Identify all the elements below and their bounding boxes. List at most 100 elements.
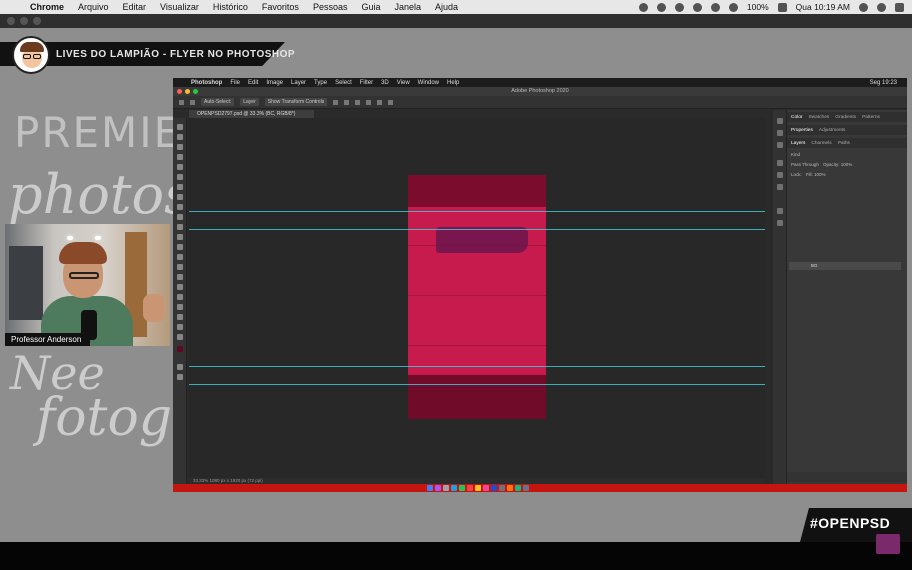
gradient-tool-icon[interactable] <box>177 244 183 250</box>
launchpad-icon[interactable] <box>443 485 449 491</box>
document-tab[interactable]: OPENPSD2797.psd @ 33.3% (BC, RGB/8*) <box>189 110 314 118</box>
ps-menu-type[interactable]: Type <box>314 80 327 86</box>
document-canvas-area[interactable] <box>189 118 765 478</box>
ps-menu-view[interactable]: View <box>397 80 410 86</box>
menu-chrome[interactable]: Chrome <box>30 2 64 12</box>
siri-icon[interactable] <box>435 485 441 491</box>
ps-menu-select[interactable]: Select <box>335 80 352 86</box>
quick-select-tool-icon[interactable] <box>177 154 183 160</box>
screen-mode-icon[interactable] <box>177 374 183 380</box>
menu-visualizar[interactable]: Visualizar <box>160 2 199 12</box>
brush-tool-icon[interactable] <box>177 204 183 210</box>
lasso-tool-icon[interactable] <box>177 144 183 150</box>
paragraph-panel-icon[interactable] <box>777 220 783 226</box>
horizontal-guide[interactable] <box>189 384 765 385</box>
gear-icon[interactable] <box>777 142 783 148</box>
fill-field[interactable]: Fill: 100% <box>806 172 826 177</box>
frame-tool-icon[interactable] <box>177 174 183 180</box>
hand-tool-icon[interactable] <box>177 314 183 320</box>
apple-icon[interactable] <box>12 2 22 12</box>
zoom-window-button[interactable] <box>33 17 41 25</box>
ps-menu-3d[interactable]: 3D <box>381 80 389 86</box>
eraser-tool-icon[interactable] <box>177 234 183 240</box>
brush-settings-icon[interactable] <box>777 184 783 190</box>
align-bottom-icon[interactable] <box>388 99 394 105</box>
tab-layers[interactable]: Layers <box>791 141 805 146</box>
marquee-tool-icon[interactable] <box>177 134 183 140</box>
siri-icon[interactable] <box>877 2 886 12</box>
calendar-icon[interactable] <box>467 485 473 491</box>
menu-janela[interactable]: Janela <box>394 2 421 12</box>
tab-swatches[interactable]: Swatches <box>808 115 829 120</box>
quick-mask-icon[interactable] <box>177 364 183 370</box>
crop-tool-icon[interactable] <box>177 164 183 170</box>
tab-adjustments[interactable]: Adjustments <box>819 128 845 133</box>
messages-icon[interactable] <box>459 485 465 491</box>
blur-tool-icon[interactable] <box>177 254 183 260</box>
layer-filter-kind[interactable]: Kind <box>791 152 800 157</box>
menu-favoritos[interactable]: Favoritos <box>262 2 299 12</box>
menu-pessoas[interactable]: Pessoas <box>313 2 348 12</box>
volume-icon[interactable] <box>728 2 738 12</box>
align-middle-icon[interactable] <box>377 99 383 105</box>
auto-select-checkbox[interactable]: Auto-Select: <box>201 98 235 106</box>
clone-stamp-tool-icon[interactable] <box>177 214 183 220</box>
adjust-panel-icon[interactable] <box>777 160 783 166</box>
play-actions-icon[interactable] <box>777 130 783 136</box>
ps-menu-file[interactable]: File <box>230 80 240 86</box>
blend-mode-dropdown[interactable]: Pass Through <box>791 162 819 167</box>
tab-gradients[interactable]: Gradients <box>835 115 856 120</box>
illustrator-dock-icon[interactable] <box>507 485 513 491</box>
wifi-icon[interactable] <box>710 2 720 12</box>
ps-menu-window[interactable]: Window <box>418 80 439 86</box>
tab-properties[interactable]: Properties <box>791 128 813 133</box>
more-tools-icon[interactable] <box>177 334 183 340</box>
music-icon[interactable] <box>483 485 489 491</box>
ps-menu-image[interactable]: Image <box>266 80 283 86</box>
menu-guia[interactable]: Guia <box>361 2 380 12</box>
ps-minimize-button[interactable] <box>185 89 190 94</box>
trash-icon[interactable] <box>523 485 529 491</box>
tab-patterns[interactable]: Patterns <box>862 115 880 120</box>
minimize-window-button[interactable] <box>20 17 28 25</box>
tab-paths[interactable]: Paths <box>838 141 850 146</box>
bluetooth-icon[interactable] <box>692 2 702 12</box>
move-tool-icon[interactable] <box>190 99 195 105</box>
menu-editar[interactable]: Editar <box>123 2 147 12</box>
align-center-icon[interactable] <box>344 99 350 105</box>
type-tool-icon[interactable] <box>177 284 183 290</box>
shape-tool-icon[interactable] <box>177 304 183 310</box>
spotlight-search-icon[interactable] <box>859 2 868 12</box>
character-panel-icon[interactable] <box>777 208 783 214</box>
ps-menu-help[interactable]: Help <box>447 80 459 86</box>
eyedropper-tool-icon[interactable] <box>177 184 183 190</box>
horizontal-guide[interactable] <box>189 211 765 212</box>
align-top-icon[interactable] <box>366 99 372 105</box>
horizontal-guide[interactable] <box>189 229 765 230</box>
tab-color[interactable]: Color <box>791 115 802 120</box>
auto-select-target-dropdown[interactable]: Layer <box>240 98 259 106</box>
notification-center-icon[interactable] <box>895 2 904 12</box>
menu-arquivo[interactable]: Arquivo <box>78 2 109 12</box>
foreground-color-swatch[interactable] <box>177 346 183 352</box>
photoshop-dock-icon[interactable] <box>491 485 497 491</box>
ps-menu-layer[interactable]: Layer <box>291 80 306 86</box>
finder-icon[interactable] <box>427 485 433 491</box>
tab-channels[interactable]: Channels <box>811 141 831 146</box>
layer-group-bg[interactable]: BG <box>789 262 901 270</box>
ps-close-button[interactable] <box>177 89 182 94</box>
align-left-icon[interactable] <box>333 99 339 105</box>
align-right-icon[interactable] <box>355 99 361 105</box>
close-window-button[interactable] <box>7 17 15 25</box>
history-brush-tool-icon[interactable] <box>177 224 183 230</box>
ps-menu-edit[interactable]: Edit <box>248 80 258 86</box>
show-transform-controls-checkbox[interactable]: Show Transform Controls <box>264 98 328 106</box>
time-machine-icon[interactable] <box>674 2 684 12</box>
horizontal-guide[interactable] <box>189 366 765 367</box>
home-icon[interactable] <box>179 99 184 105</box>
app-store-icon[interactable] <box>515 485 521 491</box>
battery-icon[interactable] <box>777 2 787 12</box>
extension-icon[interactable] <box>638 2 648 12</box>
ps-zoom-button[interactable] <box>193 89 198 94</box>
notes-icon[interactable] <box>475 485 481 491</box>
